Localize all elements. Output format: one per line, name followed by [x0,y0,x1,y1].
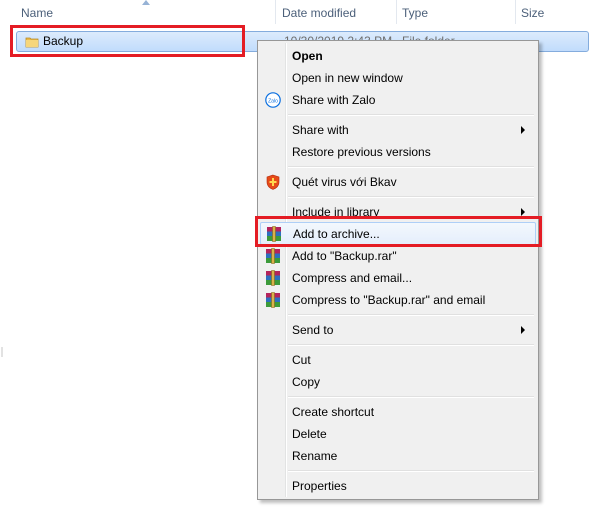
zalo-icon: Zalo [265,92,281,108]
menu-item-open-new-window[interactable]: Open in new window [260,67,536,89]
menu-separator [288,470,534,472]
menu-item-copy[interactable]: Copy [260,371,536,393]
menu-separator [288,196,534,198]
menu-item-send-to[interactable]: Send to [260,319,536,341]
menu-item-label: Send to [292,323,334,337]
sort-ascending-icon [142,0,150,5]
menu-separator [288,396,534,398]
menu-separator [288,344,534,346]
bkav-shield-icon [266,174,280,190]
menu-item-scan-bkav[interactable]: Quét virus với Bkav [260,171,536,193]
menu-item-label: Share with [292,123,349,137]
column-type[interactable]: Type [402,6,428,20]
menu-item-label: Rename [292,449,338,463]
column-date-modified[interactable]: Date modified [282,6,356,20]
column-divider[interactable] [275,0,276,24]
menu-item-share-zalo[interactable]: Zalo Share with Zalo [260,89,536,111]
menu-item-rename[interactable]: Rename [260,445,536,467]
menu-item-delete[interactable]: Delete [260,423,536,445]
submenu-arrow-icon [521,126,525,134]
highlight-box-file [10,25,245,57]
menu-item-label: Open [292,49,323,63]
submenu-arrow-icon [521,326,525,334]
menu-item-label: Add to "Backup.rar" [292,249,397,263]
highlight-box-add-archive [255,216,542,247]
pane-resize-handle[interactable] [1,347,3,357]
column-divider[interactable] [515,0,516,24]
column-name[interactable]: Name [21,6,53,20]
menu-item-cut[interactable]: Cut [260,349,536,371]
menu-item-open[interactable]: Open [260,45,536,67]
winrar-icon [266,248,280,264]
menu-item-label: Cut [292,353,311,367]
menu-item-label: Open in new window [292,71,403,85]
menu-item-share-with[interactable]: Share with [260,119,536,141]
column-divider[interactable] [396,0,397,24]
menu-item-label: Delete [292,427,327,441]
menu-item-compress-rar-email[interactable]: Compress to "Backup.rar" and email [260,289,536,311]
menu-item-label: Copy [292,375,321,389]
submenu-arrow-icon [521,208,525,216]
menu-item-compress-email[interactable]: Compress and email... [260,267,536,289]
winrar-icon [266,270,280,286]
menu-separator [288,166,534,168]
menu-item-label: Share with Zalo [292,93,376,107]
menu-item-add-to-rar[interactable]: Add to "Backup.rar" [260,245,536,267]
menu-item-restore-versions[interactable]: Restore previous versions [260,141,536,163]
menu-item-label: Create shortcut [292,405,375,419]
menu-item-create-shortcut[interactable]: Create shortcut [260,401,536,423]
context-menu: Open Open in new window Zalo Share with … [257,40,539,500]
menu-item-label: Restore previous versions [292,145,431,159]
menu-separator [288,314,534,316]
menu-item-label: Quét virus với Bkav [292,175,397,189]
svg-text:Zalo: Zalo [268,99,278,105]
menu-item-label: Compress to "Backup.rar" and email [292,293,486,307]
menu-item-label: Compress and email... [292,271,413,285]
menu-item-label: Properties [292,479,347,493]
menu-item-properties[interactable]: Properties [260,475,536,497]
menu-separator [288,114,534,116]
column-header-bar: Name Date modified Type Size [0,0,613,26]
winrar-icon [266,292,280,308]
column-size[interactable]: Size [521,6,544,20]
